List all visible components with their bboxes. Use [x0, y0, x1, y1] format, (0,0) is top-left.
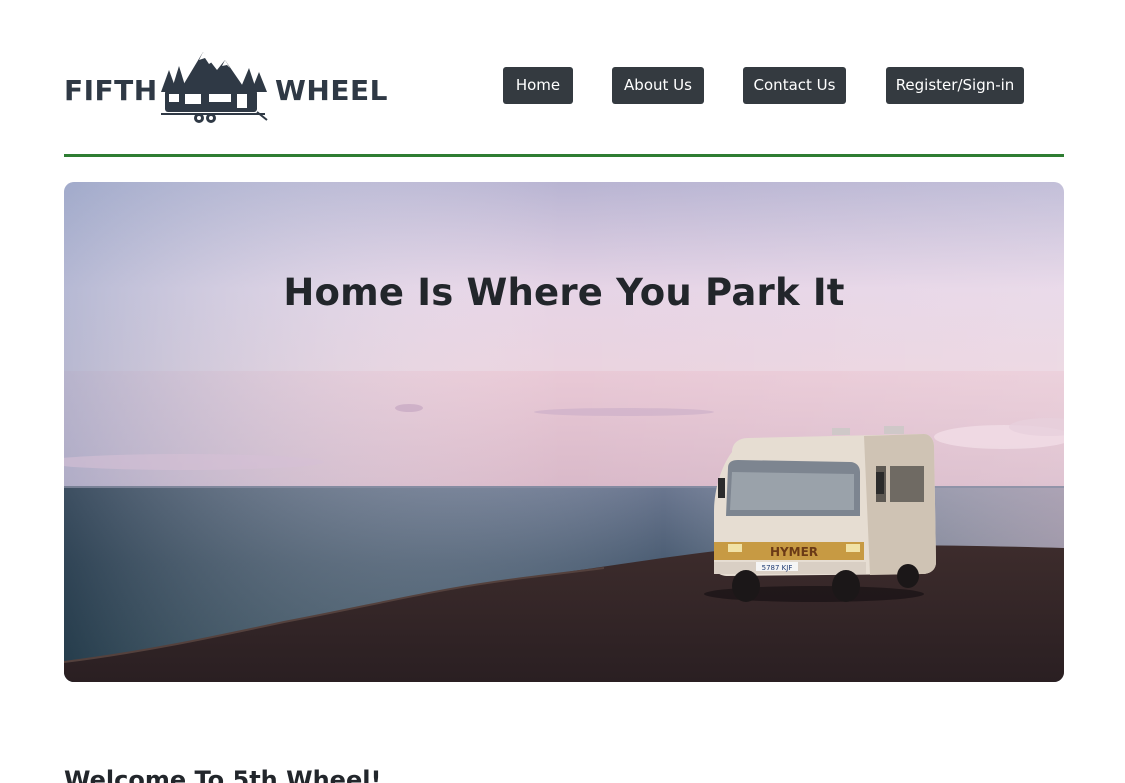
campervan-by-sea-image: HYMER 5787 KJF: [64, 182, 1064, 682]
hero-title: Home Is Where You Park It: [283, 270, 845, 314]
nav-register-button[interactable]: Register/Sign-in: [886, 67, 1024, 104]
nav-home-button[interactable]: Home: [503, 67, 573, 104]
page: FIFTH WHEEL Home About Us Contact Us Reg…: [0, 0, 1125, 783]
nav-contact-button[interactable]: Contact Us: [743, 67, 846, 104]
license-plate: 5787 KJF: [762, 564, 793, 572]
main-nav: Home About Us Contact Us Register/Sign-i…: [64, 67, 1064, 105]
header-divider: [64, 154, 1064, 157]
welcome-heading: Welcome To 5th Wheel!: [64, 765, 382, 783]
nav-about-button[interactable]: About Us: [612, 67, 704, 104]
van-badge: HYMER: [770, 545, 818, 559]
site-header: FIFTH WHEEL Home About Us Contact Us Reg…: [64, 40, 1064, 140]
hero-banner: HYMER 5787 KJF Home Is Where You Park It: [64, 182, 1064, 682]
